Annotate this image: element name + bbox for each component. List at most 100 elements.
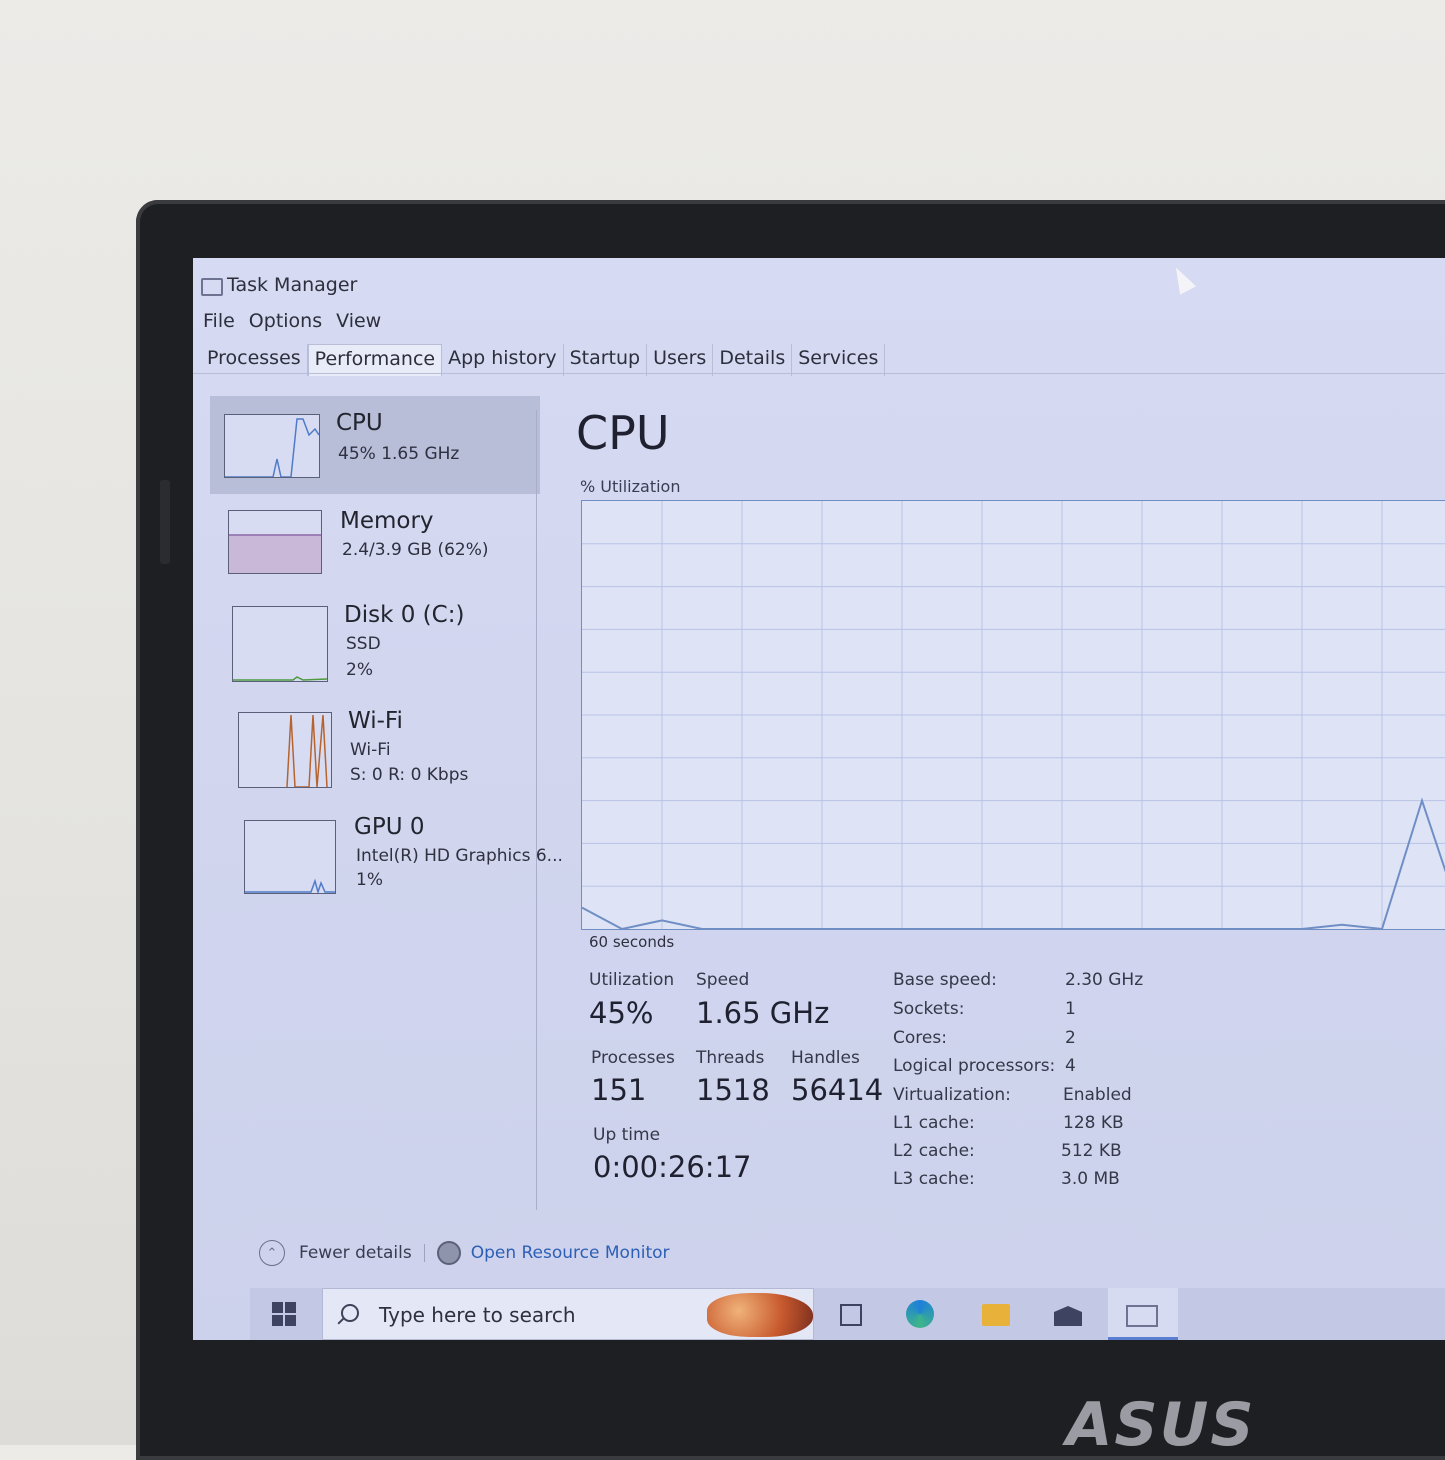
tab-users[interactable]: Users (647, 344, 714, 376)
info-key-base-speed: Base speed: (893, 970, 997, 990)
info-val-base-speed: 2.30 GHz (1065, 970, 1144, 990)
gpu-sparkline (244, 820, 336, 894)
sidebar-disk-usage: 2% (346, 660, 373, 680)
speed-value: 1.65 GHz (696, 996, 830, 1030)
sidebar-item-memory[interactable]: Memory 2.4/3.9 GB (62%) (210, 496, 540, 594)
time-axis-label: 60 seconds (589, 933, 675, 951)
threads-value: 1518 (696, 1073, 770, 1107)
screen: Task Manager File Options View Processes… (193, 258, 1445, 1340)
file-explorer-icon[interactable] (982, 1304, 1010, 1326)
task-manager-taskbar-icon[interactable] (1126, 1305, 1158, 1327)
info-val-logical-processors: 4 (1065, 1056, 1076, 1076)
threads-label: Threads (696, 1048, 765, 1068)
cpu-graph-canvas (582, 501, 1445, 929)
uptime-label: Up time (593, 1125, 661, 1145)
windows-logo-tile (285, 1302, 296, 1313)
search-highlight-image (707, 1293, 813, 1337)
menu-bar: File Options View (203, 310, 381, 332)
sidebar-disk-type: SSD (346, 634, 381, 654)
info-key-virtualization: Virtualization: (893, 1085, 1011, 1105)
mail-icon[interactable] (1054, 1306, 1082, 1326)
memory-sparkline-graph (229, 534, 321, 573)
mouse-cursor-icon (1167, 263, 1197, 295)
sidebar-divider[interactable] (536, 410, 537, 1210)
processes-value: 151 (591, 1073, 647, 1107)
edge-browser-icon[interactable] (906, 1300, 934, 1328)
tab-bar: Processes Performance App history Startu… (201, 344, 886, 376)
sidebar-wifi-rate: S: 0 R: 0 Kbps (350, 765, 469, 785)
sidebar-item-cpu[interactable]: CPU 45% 1.65 GHz (210, 396, 540, 494)
title-bar: Task Manager (193, 258, 1445, 310)
windows-logo-tile (272, 1302, 283, 1313)
start-button[interactable] (272, 1302, 296, 1326)
asus-logo: ASUS (1066, 1390, 1256, 1460)
sidebar-gpu-model: Intel(R) HD Graphics 6... (356, 846, 563, 866)
info-val-virtualization: Enabled (1063, 1085, 1132, 1105)
wifi-sparkline (238, 712, 332, 788)
search-placeholder: Type here to search (379, 1303, 576, 1327)
sidebar-memory-sub: 2.4/3.9 GB (62%) (342, 540, 489, 560)
resource-monitor-icon (436, 1241, 461, 1265)
speed-label: Speed (696, 970, 750, 990)
tab-details[interactable]: Details (713, 344, 793, 376)
task-view-icon[interactable] (840, 1304, 862, 1326)
utilization-axis-label: % Utilization (580, 477, 681, 496)
utilization-value: 45% (589, 996, 654, 1030)
disk-sparkline-graph (233, 676, 327, 681)
cpu-utilization-graph (581, 500, 1445, 930)
page-title: CPU (576, 406, 670, 460)
info-val-l1-cache: 128 KB (1063, 1113, 1124, 1133)
info-val-cores: 2 (1065, 1028, 1076, 1048)
menu-options[interactable]: Options (249, 310, 322, 332)
windows-logo-tile (285, 1315, 296, 1326)
tab-app-history[interactable]: App history (442, 344, 564, 376)
tab-startup[interactable]: Startup (564, 344, 648, 376)
sidebar-item-wifi[interactable]: Wi-Fi Wi-Fi S: 0 R: 0 Kbps (210, 706, 540, 804)
sidebar-cpu-name: CPU (336, 410, 383, 436)
fewer-details-link[interactable]: Fewer details (299, 1243, 412, 1263)
menu-view[interactable]: View (336, 310, 381, 332)
task-manager-icon (201, 278, 223, 296)
utilization-label: Utilization (589, 970, 675, 990)
info-key-sockets: Sockets: (893, 999, 965, 1019)
info-val-sockets: 1 (1065, 999, 1076, 1019)
tabs-divider (193, 373, 1445, 374)
info-key-l3-cache: L3 cache: (893, 1169, 975, 1189)
sidebar-wifi-sub: Wi-Fi (350, 740, 391, 760)
memory-sparkline (228, 510, 322, 574)
search-icon (341, 1304, 359, 1322)
uptime-value: 0:00:26:17 (593, 1150, 752, 1184)
footer-bar: ⌃ Fewer details Open Resource Monitor (259, 1240, 670, 1266)
tab-services[interactable]: Services (792, 344, 886, 376)
window-title: Task Manager (227, 274, 358, 296)
side-button (160, 480, 170, 564)
sidebar-gpu-name: GPU 0 (354, 814, 425, 840)
tab-performance[interactable]: Performance (307, 344, 443, 376)
taskbar: Type here to search (250, 1288, 1445, 1340)
info-val-l2-cache: 512 KB (1061, 1141, 1122, 1161)
sidebar-memory-name: Memory (340, 508, 434, 534)
sidebar-item-gpu[interactable]: GPU 0 Intel(R) HD Graphics 6... 1% (210, 810, 563, 908)
sidebar-item-disk[interactable]: Disk 0 (C:) SSD 2% (210, 596, 540, 694)
processes-label: Processes (591, 1048, 675, 1068)
sidebar-gpu-usage: 1% (356, 870, 383, 890)
footer-separator (423, 1244, 425, 1262)
wifi-sparkline-graph (286, 714, 328, 787)
handles-label: Handles (791, 1048, 860, 1068)
info-key-logical-processors: Logical processors: (893, 1056, 1056, 1076)
cpu-utilization-series (582, 797, 1445, 929)
taskbar-search-box[interactable]: Type here to search (322, 1288, 814, 1340)
menu-file[interactable]: File (203, 310, 235, 332)
sidebar-disk-name: Disk 0 (C:) (344, 602, 465, 628)
sidebar-cpu-sub: 45% 1.65 GHz (338, 444, 460, 464)
info-val-l3-cache: 3.0 MB (1061, 1169, 1120, 1189)
windows-logo-tile (272, 1315, 283, 1326)
sidebar-wifi-name: Wi-Fi (348, 708, 403, 734)
cpu-sparkline (224, 414, 320, 478)
handles-value: 56414 (791, 1073, 884, 1107)
info-key-l1-cache: L1 cache: (893, 1113, 975, 1133)
active-app-indicator (1108, 1337, 1178, 1340)
tab-processes[interactable]: Processes (201, 344, 308, 376)
open-resource-monitor-link[interactable]: Open Resource Monitor (471, 1243, 670, 1263)
chevron-up-icon[interactable]: ⌃ (259, 1240, 285, 1266)
